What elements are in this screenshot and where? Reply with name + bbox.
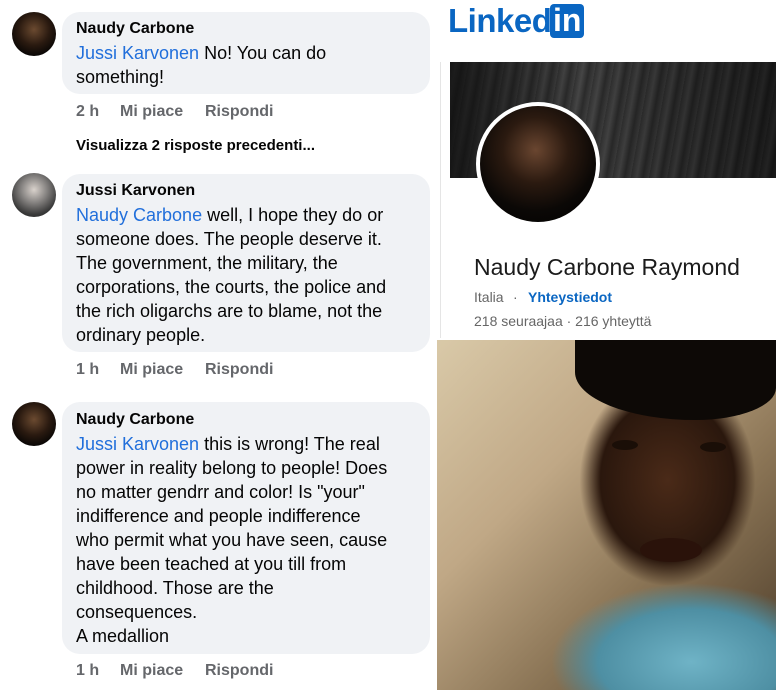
separator: · xyxy=(513,289,518,305)
avatar[interactable] xyxy=(12,402,56,446)
comment-text: Jussi Karvonen No! You can do something! xyxy=(76,43,327,87)
comment-author[interactable]: Jussi Karvonen xyxy=(76,182,195,200)
view-previous-replies[interactable]: Visualizza 2 risposte precedenti... xyxy=(76,137,315,154)
reply-button[interactable]: Rispondi xyxy=(205,103,273,121)
comment-time: 2 h xyxy=(76,103,100,120)
avatar[interactable] xyxy=(12,12,56,56)
comment-time: 1 h xyxy=(76,361,100,378)
linkedin-wordmark: Linked xyxy=(448,2,552,39)
mention-link[interactable]: Naudy Carbone xyxy=(76,205,202,225)
profile-location: Italia xyxy=(474,289,504,305)
photo-eye-left xyxy=(612,440,638,450)
linkedin-in-text: in xyxy=(553,2,582,38)
photo-mouth xyxy=(640,538,702,562)
comment-author[interactable]: Naudy Carbone xyxy=(76,411,194,429)
like-button[interactable]: Mi piace xyxy=(120,103,183,121)
reply-button[interactable]: Rispondi xyxy=(205,662,273,680)
comment-time: 1 h xyxy=(76,662,100,679)
photo-eye-right xyxy=(700,442,726,452)
comment-author[interactable]: Naudy Carbone xyxy=(76,20,194,38)
comment-text: Jussi Karvonen this is wrong! The real p… xyxy=(76,434,388,646)
comment-text: Naudy Carbone well, I hope they do or so… xyxy=(76,205,387,345)
profile-name: Naudy Carbone Raymond xyxy=(474,254,740,280)
reply-button[interactable]: Rispondi xyxy=(205,361,273,379)
like-button[interactable]: Mi piace xyxy=(120,361,183,379)
contact-info-link[interactable]: Yhteystiedot xyxy=(528,289,612,305)
mention-link[interactable]: Jussi Karvonen xyxy=(76,434,199,454)
avatar[interactable] xyxy=(12,173,56,217)
profile-stats: 218 seuraajaa · 216 yhteyttä xyxy=(474,313,652,329)
like-button[interactable]: Mi piace xyxy=(120,662,183,680)
mention-link[interactable]: Jussi Karvonen xyxy=(76,43,199,63)
profile-picture[interactable] xyxy=(480,106,596,222)
